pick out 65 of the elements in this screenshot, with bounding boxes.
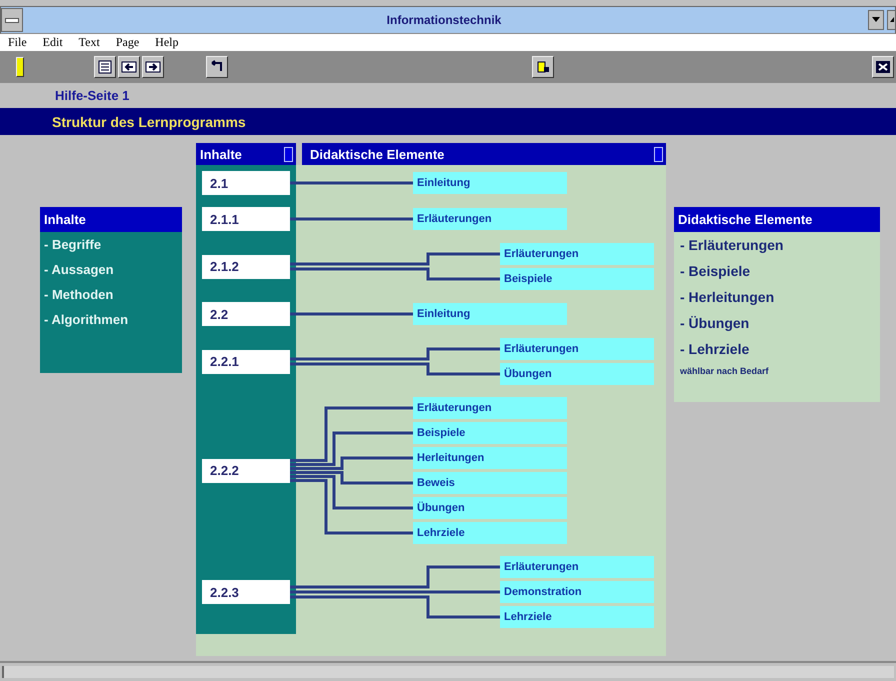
- menu-item[interactable]: Page: [116, 35, 140, 50]
- section-number[interactable]: 2.2.1: [202, 350, 290, 374]
- element-label[interactable]: Übungen: [413, 497, 567, 519]
- section-number[interactable]: 2.2.3: [202, 580, 290, 604]
- element-label[interactable]: Herleitungen: [413, 447, 567, 469]
- element-label[interactable]: Demonstration: [500, 581, 654, 603]
- element-label[interactable]: Einleitung: [413, 172, 567, 194]
- contents-item: - Algorithmen: [43, 311, 130, 329]
- system-menu-button[interactable]: [1, 8, 23, 32]
- maximize-button[interactable]: [887, 10, 895, 30]
- panel-title: Inhalte: [40, 207, 182, 232]
- back-button[interactable]: [206, 56, 228, 78]
- column-title: Inhalte: [200, 146, 242, 162]
- element-label[interactable]: Lehrziele: [413, 522, 567, 544]
- section-number[interactable]: 2.2: [202, 302, 290, 326]
- element-label[interactable]: Erläuterungen: [500, 556, 654, 578]
- page-label: Hilfe-Seite 1: [55, 88, 130, 103]
- exit-button[interactable]: [872, 56, 894, 78]
- up-triangle-icon: [890, 17, 894, 23]
- element-label[interactable]: Erläuterungen: [500, 338, 654, 360]
- header-button[interactable]: [284, 146, 293, 162]
- panel-title: Didaktische Elemente: [674, 207, 880, 232]
- exit-icon: [875, 60, 891, 74]
- element-label[interactable]: Einleitung: [413, 303, 567, 325]
- contents-item: - Begriffe: [43, 236, 102, 254]
- toolbar-button[interactable]: [532, 56, 554, 78]
- page-heading: Struktur des Lernprogramms: [52, 114, 246, 130]
- menu-item[interactable]: Text: [78, 35, 100, 50]
- element-label[interactable]: Erläuterungen: [413, 208, 567, 230]
- contents-item: - Aussagen: [43, 261, 115, 279]
- element-label[interactable]: Beispiele: [413, 422, 567, 444]
- menu-item[interactable]: File: [8, 35, 27, 50]
- section-number[interactable]: 2.1.1: [202, 207, 290, 231]
- section-number[interactable]: 2.1: [202, 171, 290, 195]
- element-label[interactable]: Erläuterungen: [413, 397, 567, 419]
- element-label[interactable]: Beispiele: [500, 268, 654, 290]
- toolbar-button[interactable]: [142, 56, 164, 78]
- element-label[interactable]: Übungen: [500, 363, 654, 385]
- minimize-button[interactable]: [868, 10, 884, 30]
- contents-item: - Methoden: [43, 286, 114, 304]
- elements-item: - Erläuterungen: [679, 236, 784, 255]
- page-icon: [97, 60, 113, 74]
- menu-item[interactable]: Help: [155, 35, 178, 50]
- marker-button[interactable]: [16, 57, 24, 77]
- column-title: Didaktische Elemente: [310, 146, 444, 162]
- menu-item[interactable]: Edit: [42, 35, 63, 50]
- element-label[interactable]: Beweis: [413, 472, 567, 494]
- elements-item: - Übungen: [679, 314, 750, 333]
- section-number[interactable]: 2.1.2: [202, 254, 290, 278]
- toolbar-button[interactable]: [118, 56, 140, 78]
- elements-item: - Beispiele: [679, 262, 752, 281]
- down-triangle-icon: [872, 17, 880, 23]
- arrow-right-icon: [145, 60, 161, 74]
- arrow-left-icon: [121, 60, 137, 74]
- elements-item: - Herleitungen: [679, 288, 776, 307]
- window-title: Informationstechnik: [386, 13, 502, 27]
- header-button[interactable]: [654, 146, 663, 162]
- element-label[interactable]: Erläuterungen: [500, 243, 654, 265]
- toolbar-button[interactable]: [94, 56, 116, 78]
- document-icon: [535, 60, 551, 74]
- return-arrow-icon: [209, 60, 225, 74]
- element-label[interactable]: Lehrziele: [500, 606, 654, 628]
- elements-item: - Lehrziele: [679, 340, 750, 359]
- section-number[interactable]: 2.2.2: [202, 458, 290, 482]
- panel-note: wählbar nach Bedarf: [679, 366, 770, 376]
